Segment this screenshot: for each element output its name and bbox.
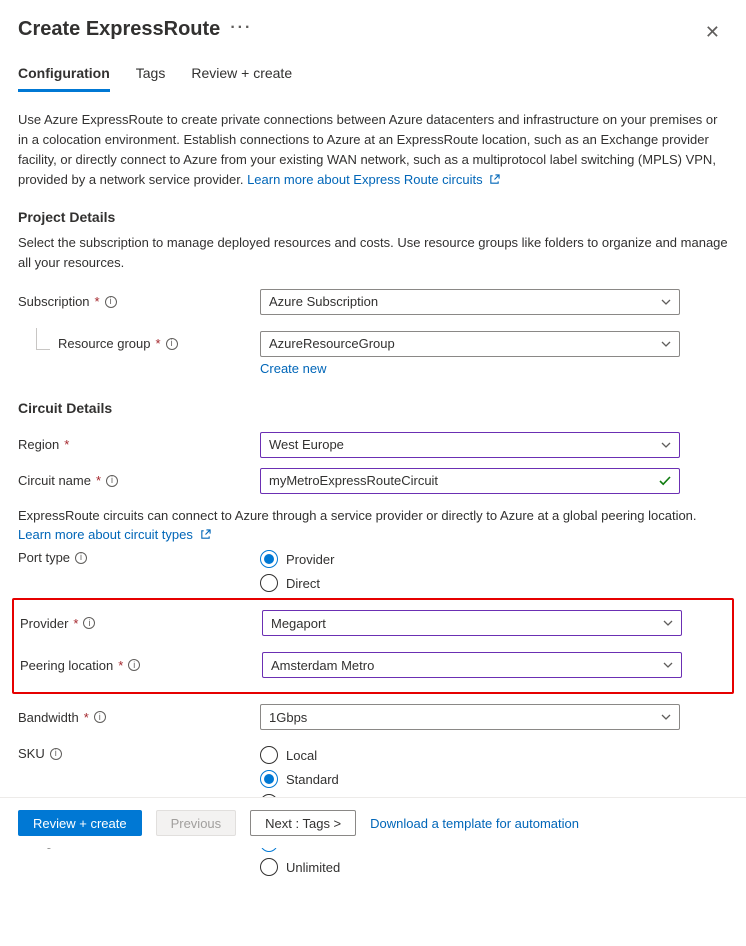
port-type-provider-radio[interactable]: Provider xyxy=(260,550,680,568)
required-asterisk: * xyxy=(73,616,78,631)
peering-location-label: Peering location * i xyxy=(20,658,262,673)
close-icon[interactable]: ✕ xyxy=(697,18,728,47)
highlight-region: Provider * i Megaport Peering location * xyxy=(12,598,734,694)
provider-select[interactable]: Megaport xyxy=(262,610,682,636)
tab-configuration[interactable]: Configuration xyxy=(18,65,110,92)
peering-location-select[interactable]: Amsterdam Metro xyxy=(262,652,682,678)
external-link-icon xyxy=(200,529,211,540)
required-asterisk: * xyxy=(156,336,161,351)
tabs: Configuration Tags Review + create xyxy=(18,65,728,92)
learn-more-circuits-link[interactable]: Learn more about Express Route circuits xyxy=(247,172,500,187)
port-type-label: Port type i xyxy=(18,550,260,565)
info-icon[interactable]: i xyxy=(106,475,118,487)
project-details-sub: Select the subscription to manage deploy… xyxy=(18,233,728,273)
next-button[interactable]: Next : Tags > xyxy=(250,810,356,836)
intro-text: Use Azure ExpressRoute to create private… xyxy=(18,110,728,191)
radio-icon xyxy=(260,746,278,764)
subscription-select[interactable]: Azure Subscription xyxy=(260,289,680,315)
tree-connector xyxy=(36,328,50,350)
radio-icon xyxy=(260,550,278,568)
info-icon[interactable]: i xyxy=(105,296,117,308)
footer-bar: Review + create Previous Next : Tags > D… xyxy=(0,797,746,848)
page-title: Create ExpressRoute ··· xyxy=(18,18,252,41)
provider-label: Provider * i xyxy=(20,616,262,631)
bandwidth-label: Bandwidth * i xyxy=(18,710,260,725)
required-asterisk: * xyxy=(84,710,89,725)
project-details-heading: Project Details xyxy=(18,209,728,225)
create-new-rg-link[interactable]: Create new xyxy=(260,361,326,376)
bandwidth-select[interactable]: 1Gbps xyxy=(260,704,680,730)
radio-icon xyxy=(260,858,278,876)
more-icon[interactable]: ··· xyxy=(230,19,252,37)
check-icon xyxy=(658,474,672,488)
learn-more-circuit-types-link[interactable]: Learn more about circuit types xyxy=(18,527,211,542)
required-asterisk: * xyxy=(96,473,101,488)
circuit-details-heading: Circuit Details xyxy=(18,400,728,416)
required-asterisk: * xyxy=(118,658,123,673)
tab-tags[interactable]: Tags xyxy=(136,65,166,92)
required-asterisk: * xyxy=(64,437,69,452)
review-create-button[interactable]: Review + create xyxy=(18,810,142,836)
billing-unlimited-radio[interactable]: Unlimited xyxy=(260,858,680,876)
region-select[interactable]: West Europe xyxy=(260,432,680,458)
download-template-link[interactable]: Download a template for automation xyxy=(370,816,579,831)
info-icon[interactable]: i xyxy=(128,659,140,671)
tab-review-create[interactable]: Review + create xyxy=(191,65,292,92)
external-link-icon xyxy=(489,174,500,185)
region-label: Region * xyxy=(18,437,260,452)
sku-local-radio[interactable]: Local xyxy=(260,746,680,764)
info-icon[interactable]: i xyxy=(94,711,106,723)
sku-label: SKU i xyxy=(18,746,260,761)
radio-icon xyxy=(260,574,278,592)
info-icon[interactable]: i xyxy=(75,552,87,564)
port-type-direct-radio[interactable]: Direct xyxy=(260,574,680,592)
info-icon[interactable]: i xyxy=(83,617,95,629)
resource-group-select[interactable]: AzureResourceGroup xyxy=(260,331,680,357)
circuit-name-input[interactable]: myMetroExpressRouteCircuit xyxy=(260,468,680,494)
resource-group-label: Resource group * i xyxy=(18,336,260,351)
info-icon[interactable]: i xyxy=(50,748,62,760)
sku-standard-radio[interactable]: Standard xyxy=(260,770,680,788)
title-text: Create ExpressRoute xyxy=(18,18,220,41)
required-asterisk: * xyxy=(95,294,100,309)
info-icon[interactable]: i xyxy=(166,338,178,350)
subscription-label: Subscription * i xyxy=(18,294,260,309)
circuit-name-label: Circuit name * i xyxy=(18,473,260,488)
radio-icon xyxy=(260,770,278,788)
circuit-note: ExpressRoute circuits can connect to Azu… xyxy=(18,506,728,526)
previous-button: Previous xyxy=(156,810,237,836)
